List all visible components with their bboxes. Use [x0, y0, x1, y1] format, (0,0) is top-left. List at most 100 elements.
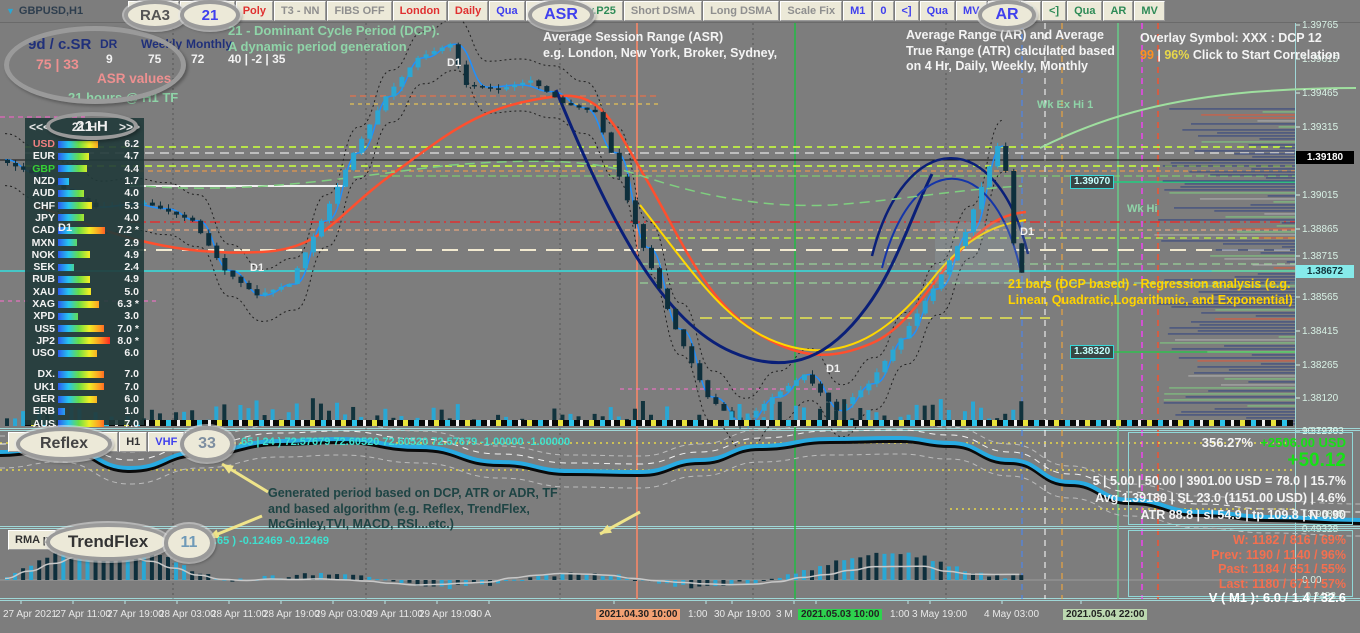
currency-row-chf[interactable]: CHF 5.3: [29, 199, 140, 212]
currency-row-mxn[interactable]: MXN 2.9: [29, 236, 140, 249]
currency-row-uk1[interactable]: UK1 7.0: [29, 381, 140, 393]
strength-bar: [58, 239, 77, 247]
currency-row-nzd[interactable]: NZD 1.7: [29, 175, 140, 187]
strength-value: 7.0 *: [117, 322, 139, 335]
currency-row-sek[interactable]: SEK 2.4: [29, 261, 140, 273]
strength-value: 1.7: [124, 175, 139, 188]
currency-row-eur[interactable]: EUR 4.7: [29, 150, 140, 162]
toolbar-button--[interactable]: <]: [894, 1, 919, 21]
reflex-button-vhf[interactable]: VHF: [148, 432, 185, 452]
dcp-note: 21 - Dominant Cycle Period (DCP). A dynam…: [228, 23, 440, 55]
currency-row-jp2[interactable]: JP2 8.0 *: [29, 335, 140, 347]
callout-oval-9d: [4, 26, 186, 104]
time-label: 27 Apr 19:00: [107, 609, 164, 620]
strength-bar: [58, 312, 78, 320]
currency-row-rub[interactable]: RUB 4.9: [29, 273, 140, 285]
callout-oval-ar: AR: [978, 0, 1036, 30]
currency-code: ERB: [32, 405, 55, 418]
callout-oval-ra3: RA3: [124, 0, 186, 30]
symbol-text: GBPUSD,H1: [18, 5, 84, 17]
overlay-navy-swing: [554, 89, 934, 365]
currency-row-ger[interactable]: GER 6.0: [29, 393, 140, 405]
time-label: 29 Apr 19:00: [419, 609, 476, 620]
price-tick: 1.38865: [1302, 224, 1339, 235]
strength-bar: [58, 140, 99, 148]
toolbar-button-qua[interactable]: Qua: [489, 1, 525, 21]
strength-value: 4.0: [124, 211, 139, 224]
currency-row-nok[interactable]: NOK 4.9: [29, 249, 140, 261]
currency-row-xag[interactable]: XAG 6.3 *: [29, 298, 140, 310]
currency-code: NOK: [31, 248, 55, 261]
strength-bar: [58, 383, 104, 391]
strength-bar: [58, 288, 91, 296]
toolbar-button-fibs-off[interactable]: FIBS OFF: [327, 1, 392, 21]
reflex-button-h1[interactable]: H1: [119, 432, 148, 452]
strength-value: 6.0: [124, 393, 139, 406]
currency-row-xpd[interactable]: XPD 3.0: [29, 310, 140, 322]
time-label: 4 May 03:00: [984, 609, 1040, 620]
toolbar-button-qua[interactable]: Qua: [919, 1, 955, 21]
strength-bar: [58, 275, 90, 283]
symbol-dropdown-icon[interactable]: ▼: [6, 6, 15, 16]
currency-row-jpy[interactable]: JPY 4.0: [29, 212, 140, 224]
currency-row-dx[interactable]: DX. 7.0: [29, 368, 140, 380]
currency-row-erb[interactable]: ERB 1.0: [29, 405, 140, 417]
currency-code: XAG: [32, 298, 55, 310]
toolbar-button-short-dsma[interactable]: Short DSMA: [623, 1, 703, 21]
toolbar-button-mv[interactable]: MV: [1134, 1, 1165, 21]
toolbar-button-ar[interactable]: AR: [1103, 1, 1134, 21]
daily-open-marker: D1: [447, 57, 462, 69]
toolbar-button-poly[interactable]: Poly: [235, 1, 273, 21]
strength-value: 6.2: [124, 138, 139, 151]
toolbar-button-london[interactable]: London: [392, 1, 447, 21]
currency-row-aud[interactable]: AUD 4.0: [29, 187, 140, 199]
strength-bar: [58, 177, 70, 185]
level-label-wk-hi: Wk Hi: [1127, 203, 1158, 215]
strength-value: 5.3: [124, 199, 139, 212]
strength-bar: [58, 337, 110, 345]
regression-annotation: 21 bars (DCP based) - Regression analysi…: [1008, 277, 1293, 307]
currency-row-gbp[interactable]: GBP 4.4: [29, 163, 140, 175]
toolbar-button--[interactable]: <]: [1041, 1, 1067, 21]
toolbar-button-qua[interactable]: Qua: [1067, 1, 1103, 21]
position-stats-line4: Avg 1.39180 | SL 23.0 (1151.00 USD) | 4.…: [1095, 491, 1346, 505]
strength-bar: [58, 370, 104, 378]
currency-code: XAU: [32, 285, 55, 298]
price-tick: 1.38715: [1302, 251, 1339, 262]
callout-oval-11: 11: [164, 524, 214, 562]
strength-bar: [58, 189, 84, 197]
strength-bar: [58, 325, 104, 333]
currency-row-uso[interactable]: USO 6.0: [29, 347, 140, 359]
symbol-label[interactable]: ▼ GBPUSD,H1: [0, 0, 128, 22]
correlation-label[interactable]: 99 | 96% Click to Start Correlation: [1140, 48, 1340, 64]
daily-open-marker: D1: [826, 363, 841, 375]
currency-row-us5[interactable]: US5 7.0 *: [29, 322, 140, 335]
time-label: 3 M: [776, 609, 793, 620]
toolbar-button-long-dsma[interactable]: Long DSMA: [703, 1, 780, 21]
currency-code: USO: [32, 347, 55, 360]
price-tick: 1.38120: [1302, 393, 1339, 404]
overlay-symbol-label[interactable]: Overlay Symbol: XXX : DCP 12: [1140, 31, 1322, 47]
currency-code: GER: [32, 393, 55, 406]
currency-code: DX.: [37, 368, 55, 381]
currency-code: SEK: [33, 261, 55, 274]
currency-strength-panel: <<< 21 H >>> USD 6.2 EUR 4.7 GBP 4.4 NZD 1.7 AUD…: [25, 118, 144, 430]
toolbar-button-0[interactable]: 0: [873, 1, 894, 21]
time-label: 29 Apr 11:00: [367, 609, 423, 620]
trading-terminal: ▼ GBPUSD,H1 RA621TFPolyT3 - NNFIBS OFFLo…: [0, 0, 1360, 633]
range-stats-row: Last: 1180 / 671 / 57%: [1218, 576, 1346, 591]
strength-value: 6.0: [124, 347, 139, 360]
toolbar-button-daily[interactable]: Daily: [447, 1, 489, 21]
toolbar-button-t3-nn[interactable]: T3 - NN: [273, 1, 327, 21]
price-tick: 1.39315: [1302, 122, 1339, 133]
period-annotation: Generated period based on DCP, ATR or AD…: [268, 486, 558, 532]
range-stats: W: 1182 / 816 / 69% Prev: 1190 / 1140 / 9…: [1128, 533, 1346, 606]
toolbar-button-scale-fix[interactable]: Scale Fix: [780, 1, 843, 21]
callout-oval-trendflex: TrendFlex: [46, 523, 170, 561]
toolbar-button-m1[interactable]: M1: [843, 1, 873, 21]
currency-row-cad[interactable]: CAD 7.2 *: [29, 224, 140, 236]
time-label: 28 Apr 11:00: [211, 609, 267, 620]
currency-row-xau[interactable]: XAU 5.0: [29, 286, 140, 298]
strength-value: 3.0: [124, 310, 139, 323]
strength-value: 5.0: [124, 285, 139, 298]
